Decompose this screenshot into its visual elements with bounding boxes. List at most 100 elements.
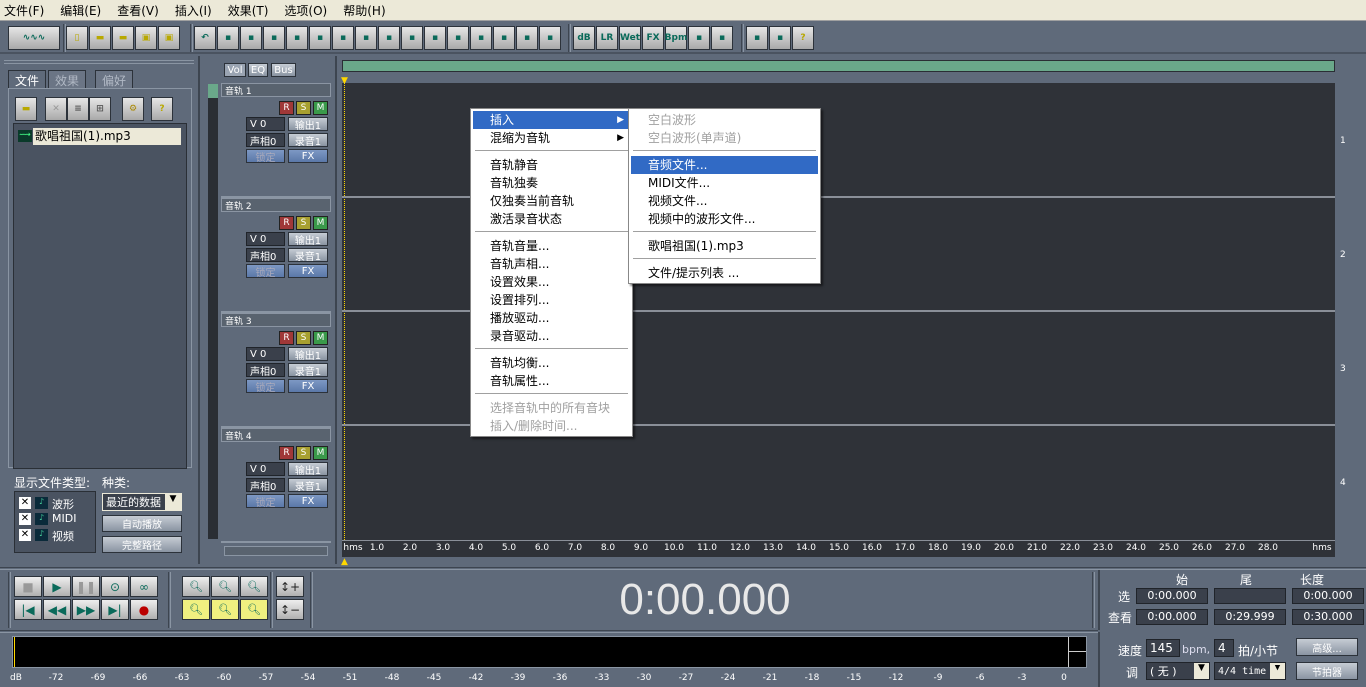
fx-button[interactable]: FX xyxy=(288,379,328,393)
advanced-button[interactable]: 高级... xyxy=(1296,638,1358,656)
pan-field[interactable]: 声相0 xyxy=(246,478,285,493)
insert-into-track-icon[interactable]: ⊞ xyxy=(89,97,111,121)
zoom-full-icon[interactable]: 🔍︎ xyxy=(240,576,268,597)
mute-button[interactable]: M xyxy=(313,216,328,230)
beats-input[interactable]: 4 xyxy=(1214,639,1234,657)
options-icon[interactable]: ⚙ xyxy=(122,97,144,121)
fx-button[interactable]: FX xyxy=(288,494,328,508)
checkbox[interactable]: ✕ xyxy=(19,529,31,541)
menu-item[interactable]: 选择音轨中的所有音块 xyxy=(473,399,630,417)
volume-field[interactable]: V 0 xyxy=(246,117,285,131)
menu-item[interactable]: 激活录音状态 xyxy=(473,210,630,228)
undo-icon[interactable]: ↶ xyxy=(194,26,216,50)
menu-item-2[interactable]: 查看(V) xyxy=(117,2,159,19)
trim-icon[interactable]: ▪ xyxy=(240,26,262,50)
stop-icon[interactable]: ■ xyxy=(14,576,42,597)
record-device-button[interactable]: 录音1 xyxy=(288,363,328,378)
volume-field[interactable]: V 0 xyxy=(246,232,285,246)
split-icon[interactable]: ▪ xyxy=(263,26,285,50)
metronome-button[interactable]: 节拍器 xyxy=(1296,662,1358,680)
options-icon[interactable]: ▪ xyxy=(746,26,768,50)
selection-length-field[interactable]: 0:00.000 xyxy=(1292,588,1364,604)
insert-file-icon[interactable]: ≡ xyxy=(67,97,89,121)
overview-bar[interactable] xyxy=(342,60,1335,72)
solo-button[interactable]: S xyxy=(296,331,311,345)
play-to-end-icon[interactable]: ⊙ xyxy=(101,576,129,597)
checkbox[interactable]: ✕ xyxy=(19,513,31,525)
open-icon[interactable]: ▬ xyxy=(89,26,111,50)
track-name[interactable]: 音轨 2 xyxy=(221,198,331,212)
menu-item[interactable]: 空白波形 xyxy=(631,111,818,129)
track-name[interactable]: 音轨 3 xyxy=(221,313,331,327)
align-icon[interactable]: ▪ xyxy=(424,26,446,50)
fx-button[interactable]: FX xyxy=(288,264,328,278)
db-icon[interactable]: dB xyxy=(573,26,595,50)
solo-button[interactable]: S xyxy=(296,446,311,460)
selection-begin-field[interactable]: 0:00.000 xyxy=(1136,609,1208,625)
bpm-icon[interactable]: Bpm xyxy=(665,26,687,50)
zoom-right-icon[interactable]: 🔍︎ xyxy=(240,599,268,620)
zoom-out-vertical-icon[interactable]: ↕− xyxy=(276,599,304,620)
menu-item[interactable]: MIDI文件... xyxy=(631,174,818,192)
pan-icon[interactable]: LR xyxy=(596,26,618,50)
fx-button[interactable]: FX xyxy=(288,149,328,163)
menu-item[interactable]: 文件/提示列表 ... xyxy=(631,264,818,282)
menu-item[interactable]: 设置排列... xyxy=(473,291,630,309)
mute-button[interactable]: M xyxy=(313,331,328,345)
lock-button[interactable]: 锁定 xyxy=(246,149,285,164)
go-to-start-icon[interactable]: |◀ xyxy=(14,599,42,620)
bpm-input[interactable]: 145 xyxy=(1146,639,1180,657)
crossfade-icon[interactable]: ▪ xyxy=(309,26,331,50)
horizontal-scrollbar[interactable] xyxy=(224,546,328,556)
save-all-icon[interactable]: ▣ xyxy=(158,26,180,50)
time-signature-select[interactable]: 4/4 time ▼ xyxy=(1214,662,1286,680)
record-device-button[interactable]: 录音1 xyxy=(288,478,328,493)
type-filter-1[interactable]: ✕ ♪ MIDI xyxy=(19,512,95,527)
lock-icon[interactable]: ▪ xyxy=(355,26,377,50)
menu-item[interactable]: 视频中的波形文件... xyxy=(631,210,818,228)
output-button[interactable]: 输出1 xyxy=(288,462,328,477)
menu-item[interactable]: 音轨声相... xyxy=(473,255,630,273)
selection-length-field[interactable]: 0:30.000 xyxy=(1292,609,1364,625)
volume-field[interactable]: V 0 xyxy=(246,347,285,361)
menu-item-4[interactable]: 效果(T) xyxy=(228,2,269,19)
new-icon[interactable]: ▯ xyxy=(66,26,88,50)
selection-end-field[interactable] xyxy=(1214,588,1286,604)
mute-button[interactable]: M xyxy=(313,446,328,460)
ruler-icon[interactable]: ▪ xyxy=(516,26,538,50)
output-button[interactable]: 输出1 xyxy=(288,117,328,132)
menu-item[interactable]: 播放驱动... xyxy=(473,309,630,327)
loop-icon[interactable]: ∞ xyxy=(130,576,158,597)
record-icon[interactable]: ▪ xyxy=(470,26,492,50)
envelope-icon[interactable]: ▪ xyxy=(688,26,710,50)
open-append-icon[interactable]: ▬ xyxy=(112,26,134,50)
menu-item[interactable]: 插入 ▶ xyxy=(473,111,630,129)
output-button[interactable]: 输出1 xyxy=(288,232,328,247)
key-select[interactable]: ( 无 ) ▼ xyxy=(1146,662,1210,680)
menu-item[interactable]: 音轨属性... xyxy=(473,372,630,390)
menu-item[interactable]: 空白波形(单声道) xyxy=(631,129,818,147)
cut-icon[interactable]: ▪ xyxy=(217,26,239,50)
menu-item[interactable]: 混缩为音轨 ▶ xyxy=(473,129,630,147)
mix-icon[interactable]: ▪ xyxy=(332,26,354,50)
kind-select[interactable]: 最近的数据 ▼ xyxy=(102,493,182,511)
fx-icon[interactable]: FX xyxy=(642,26,664,50)
help-icon[interactable]: ? xyxy=(151,97,173,121)
menu-item[interactable]: 音轨独奏 xyxy=(473,174,630,192)
open-file-icon[interactable]: ▬ xyxy=(15,97,37,121)
output-button[interactable]: 输出1 xyxy=(288,347,328,362)
help-icon[interactable]: ? xyxy=(792,26,814,50)
time-lock-icon[interactable]: ▪ xyxy=(769,26,791,50)
mute-button[interactable]: M xyxy=(313,101,328,115)
fast-forward-icon[interactable]: ▶▶ xyxy=(72,599,100,620)
volume-field[interactable]: V 0 xyxy=(246,462,285,476)
pause-icon[interactable]: ❚❚ xyxy=(72,576,100,597)
record-device-button[interactable]: 录音1 xyxy=(288,248,328,263)
fullpath-button[interactable]: 完整路径 xyxy=(102,536,182,553)
menu-item[interactable]: 音轨音量... xyxy=(473,237,630,255)
tab-favorites[interactable]: 偏好 xyxy=(95,70,134,88)
menu-item-0[interactable]: 文件(F) xyxy=(4,2,44,19)
record-arm-button[interactable]: R xyxy=(279,446,294,460)
pan-field[interactable]: 声相0 xyxy=(246,248,285,263)
menu-item[interactable]: 录音驱动... xyxy=(473,327,630,345)
